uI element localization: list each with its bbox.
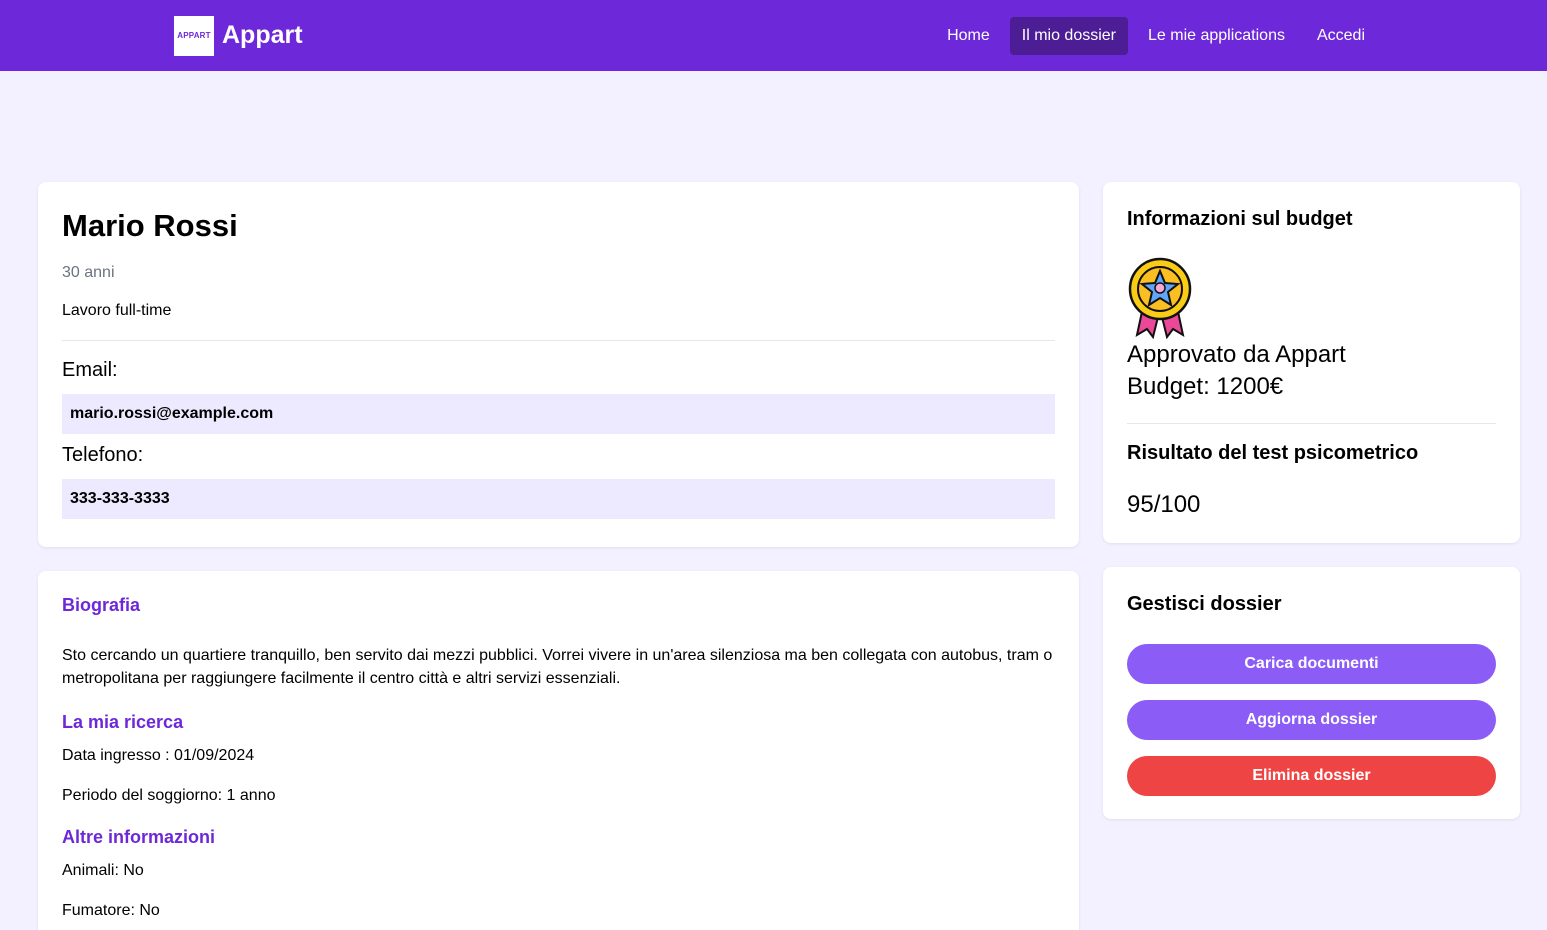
search-title: La mia ricerca	[62, 712, 184, 732]
manage-title: Gestisci dossier	[1127, 593, 1282, 615]
update-dossier-button[interactable]: Aggiorna dossier	[1127, 700, 1496, 740]
smoker-info: Fumatore: No	[62, 902, 160, 919]
nav-my-applications[interactable]: Le mie applications	[1136, 17, 1297, 55]
upload-documents-button[interactable]: Carica documenti	[1127, 644, 1496, 684]
appart-logo: APPART	[174, 15, 214, 56]
email-label: Email:	[62, 359, 118, 381]
button-stack: Carica documenti Aggiorna dossier Elimin…	[1127, 644, 1496, 796]
phone-label: Telefono:	[62, 444, 144, 466]
manage-dossier-card: Gestisci dossier Carica documenti Aggior…	[1103, 567, 1520, 819]
divider	[62, 340, 1055, 341]
profile-age: 30 anni	[62, 264, 115, 281]
profile-name: Mario Rossi	[62, 208, 238, 243]
phone-value: 333-333-3333	[62, 479, 1055, 519]
budget-card: Informazioni sul budget Approvato da App…	[1103, 182, 1520, 543]
bio-text: Sto cercando un quartiere tranquillo, be…	[62, 647, 1053, 687]
brand[interactable]: APPART Appart	[174, 15, 303, 56]
approved-text: Approvato da Appart	[1127, 341, 1346, 368]
top-navbar: APPART Appart Home Il mio dossier Le mie…	[0, 0, 1547, 71]
divider	[1127, 423, 1496, 424]
stay-period: Periodo del soggiorno: 1 anno	[62, 787, 276, 804]
nav-home[interactable]: Home	[935, 17, 1002, 55]
nav-links: Home Il mio dossier Le mie applications …	[935, 16, 1377, 55]
pets-info: Animali: No	[62, 862, 144, 879]
profile-job: Lavoro full-time	[62, 302, 172, 319]
psychometric-title: Risultato del test psicometrico	[1127, 442, 1419, 464]
delete-dossier-button[interactable]: Elimina dossier	[1127, 756, 1496, 796]
budget-title: Informazioni sul budget	[1127, 208, 1353, 230]
brand-name: Appart	[222, 21, 303, 49]
award-medal-icon	[1127, 257, 1193, 340]
nav-my-dossier[interactable]: Il mio dossier	[1009, 16, 1128, 55]
email-value: mario.rossi@example.com	[62, 394, 1055, 434]
other-info-title: Altre informazioni	[62, 827, 216, 847]
bio-title: Biografia	[62, 595, 141, 615]
profile-card: Mario Rossi 30 anni Lavoro full-time Ema…	[38, 182, 1079, 547]
bio-card: Biografia Sto cercando un quartiere tran…	[38, 571, 1079, 930]
budget-amount: Budget: 1200€	[1127, 373, 1284, 400]
move-in-date: Data ingresso : 01/09/2024	[62, 747, 255, 764]
psychometric-score: 95/100	[1127, 491, 1201, 518]
nav-login[interactable]: Accedi	[1305, 17, 1377, 55]
